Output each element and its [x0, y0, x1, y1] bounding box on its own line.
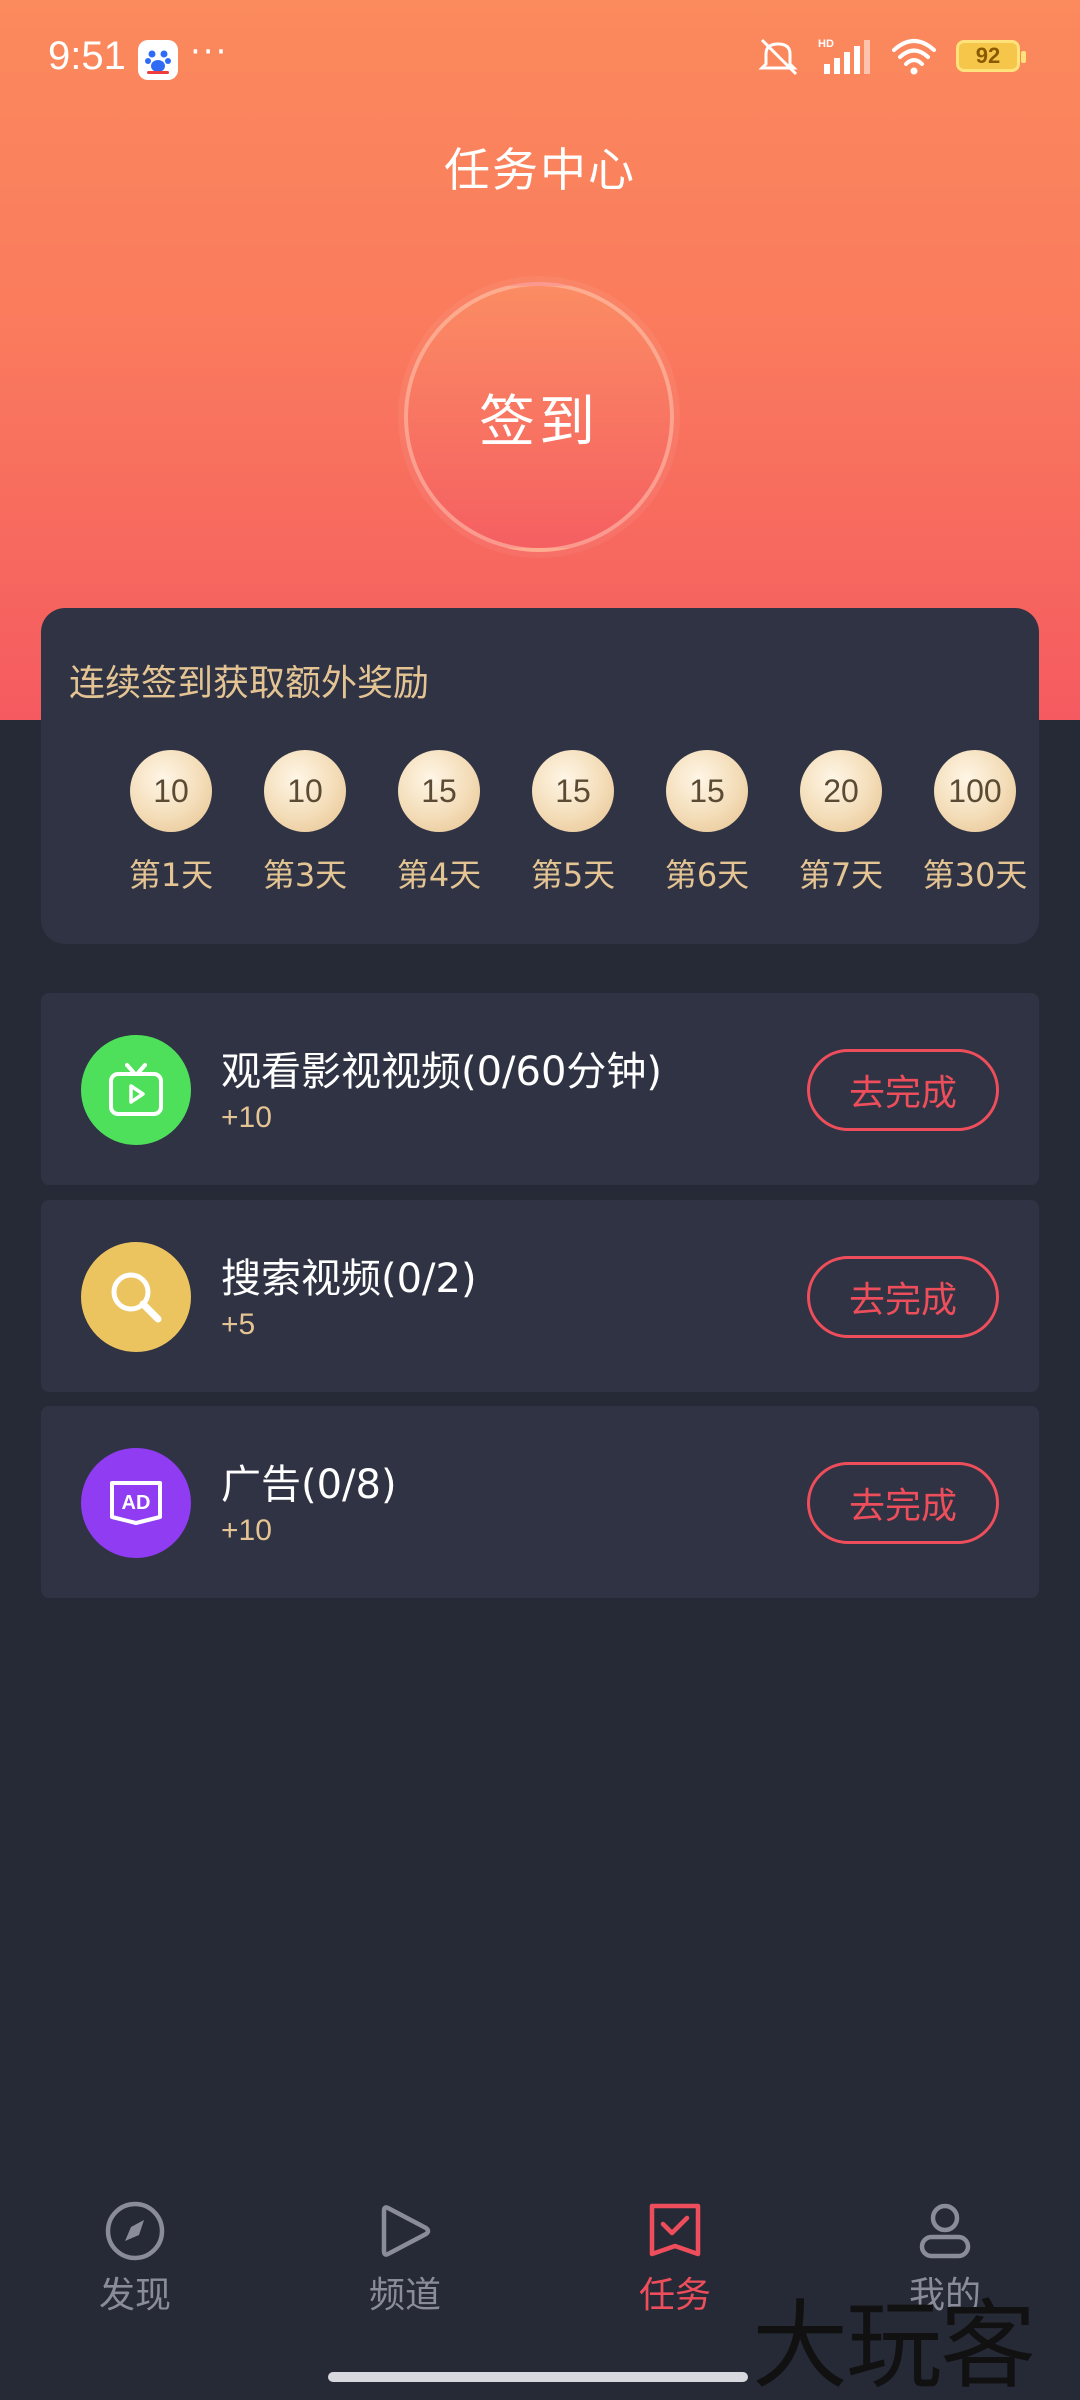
reward-coin: 100: [934, 750, 1016, 832]
nav-label: 频道: [368, 2275, 441, 2316]
task-reward: +10: [221, 1101, 272, 1134]
tv-play-icon: [81, 1035, 191, 1145]
day-label: 第3天: [262, 856, 348, 894]
nav-label: 任务: [638, 2275, 711, 2316]
user-icon: [919, 2203, 971, 2259]
battery-level: 92: [975, 43, 1001, 68]
streak-day: 10 第1天: [96, 750, 246, 896]
task-name: 搜索视频(0/2): [221, 1256, 477, 1302]
streak-day: 15 第5天: [498, 750, 648, 896]
day-label: 第1天: [128, 856, 214, 894]
streak-day: 15 第4天: [364, 750, 514, 896]
baidu-app-icon: [138, 40, 178, 80]
reward-coin: 15: [666, 750, 748, 832]
watermark: 大玩客: [752, 2290, 1036, 2400]
status-time: 9:51: [48, 34, 126, 78]
mute-icon: [758, 38, 798, 76]
nav-item-channel[interactable]: 频道: [305, 2200, 505, 2318]
reward-coin: 15: [532, 750, 614, 832]
play-icon: [381, 2205, 431, 2257]
task-check-icon: [649, 2203, 701, 2257]
streak-day: 10 第3天: [230, 750, 380, 896]
task-item-ads: AD 广告(0/8) +10 去完成: [41, 1406, 1039, 1598]
streak-day: 100 第30天: [900, 750, 1050, 896]
reward-coin: 15: [398, 750, 480, 832]
search-icon: [81, 1242, 191, 1352]
battery-icon: 92: [956, 40, 1026, 72]
sign-in-button[interactable]: 签到: [404, 282, 674, 552]
nav-item-tasks[interactable]: 任务: [575, 2200, 775, 2318]
wifi-icon: [892, 39, 936, 75]
status-more-icon: ···: [190, 32, 229, 72]
day-label: 第30天: [922, 856, 1028, 894]
go-complete-button[interactable]: 去完成: [807, 1049, 999, 1131]
nav-item-discover[interactable]: 发现: [35, 2200, 235, 2318]
streak-days: 10 第1天 10 第3天 15 第4天 15 第5天 15 第6天 20 第7…: [41, 750, 1039, 910]
streak-reward-card: 连续签到获取额外奖励 10 第1天 10 第3天 15 第4天 15 第5天 1…: [41, 608, 1039, 944]
task-name: 观看影视视频(0/60分钟): [221, 1049, 663, 1095]
compass-icon: [105, 2201, 165, 2261]
reward-coin: 20: [800, 750, 882, 832]
nav-label: 发现: [98, 2275, 171, 2316]
status-indicators: HD 92: [756, 36, 1026, 76]
day-label: 第7天: [798, 856, 884, 894]
streak-day: 15 第6天: [632, 750, 782, 896]
task-name: 广告(0/8): [221, 1462, 397, 1508]
signal-icon: HD: [818, 38, 870, 74]
svg-text:AD: AD: [122, 1492, 151, 1514]
task-center-page: 9:51 ··· HD 92 任务中心 签到 连续签到获取额外奖励 10 第1天…: [0, 0, 1080, 2400]
reward-coin: 10: [130, 750, 212, 832]
day-label: 第6天: [664, 856, 750, 894]
reward-coin: 10: [264, 750, 346, 832]
day-label: 第4天: [396, 856, 482, 894]
svg-text:HD: HD: [818, 38, 834, 50]
home-indicator[interactable]: [328, 2372, 748, 2382]
task-reward: +10: [221, 1514, 272, 1547]
task-item-watch-video: 观看影视视频(0/60分钟) +10 去完成: [41, 993, 1039, 1185]
status-bar: 9:51 ··· HD 92: [0, 0, 1080, 120]
page-title: 任务中心: [444, 143, 636, 197]
ad-icon: AD: [81, 1448, 191, 1558]
streak-day: 20 第7天: [766, 750, 916, 896]
day-label: 第5天: [530, 856, 616, 894]
streak-title: 连续签到获取额外奖励: [69, 663, 430, 704]
task-item-search-video: 搜索视频(0/2) +5 去完成: [41, 1200, 1039, 1392]
go-complete-button[interactable]: 去完成: [807, 1256, 999, 1338]
task-reward: +5: [221, 1308, 256, 1341]
go-complete-button[interactable]: 去完成: [807, 1462, 999, 1544]
